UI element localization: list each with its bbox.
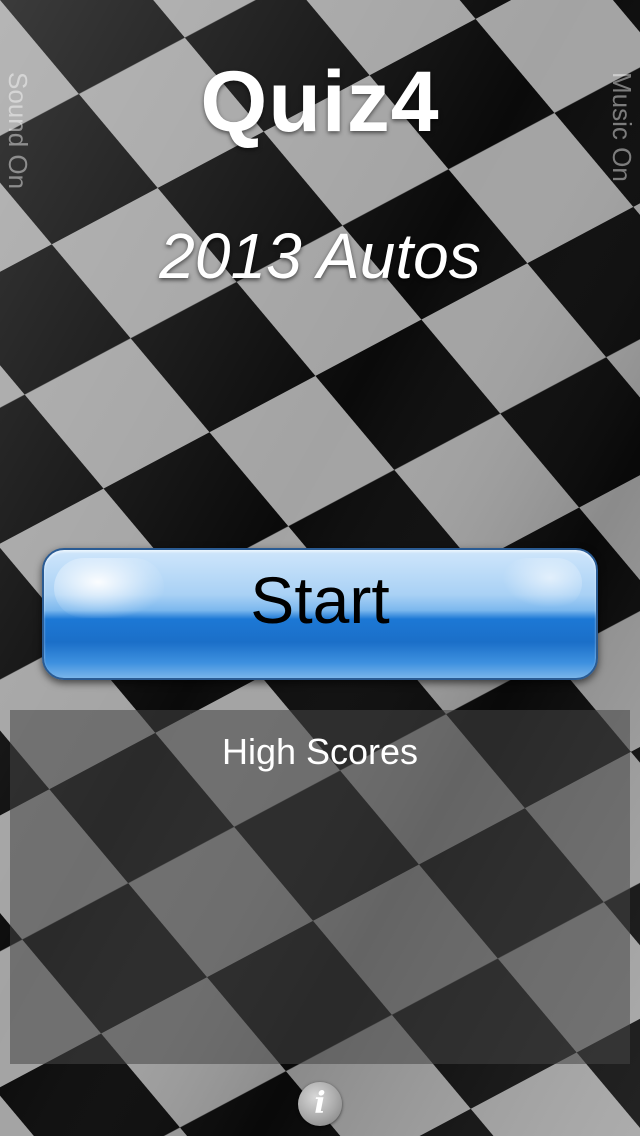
start-button-label: Start: [250, 563, 390, 637]
info-button[interactable]: i: [298, 1082, 342, 1126]
info-icon: i: [314, 1086, 326, 1121]
high-scores-title: High Scores: [221, 731, 419, 772]
quiz-home-screen: Sound On Music On Quiz4 2013 Autos Start…: [0, 0, 640, 1136]
high-scores-panel: High Scores: [10, 710, 630, 1064]
app-title: Quiz4: [200, 54, 440, 150]
quiz-category-subtitle: 2013 Autos: [159, 220, 481, 292]
start-button[interactable]: Start: [42, 548, 598, 680]
